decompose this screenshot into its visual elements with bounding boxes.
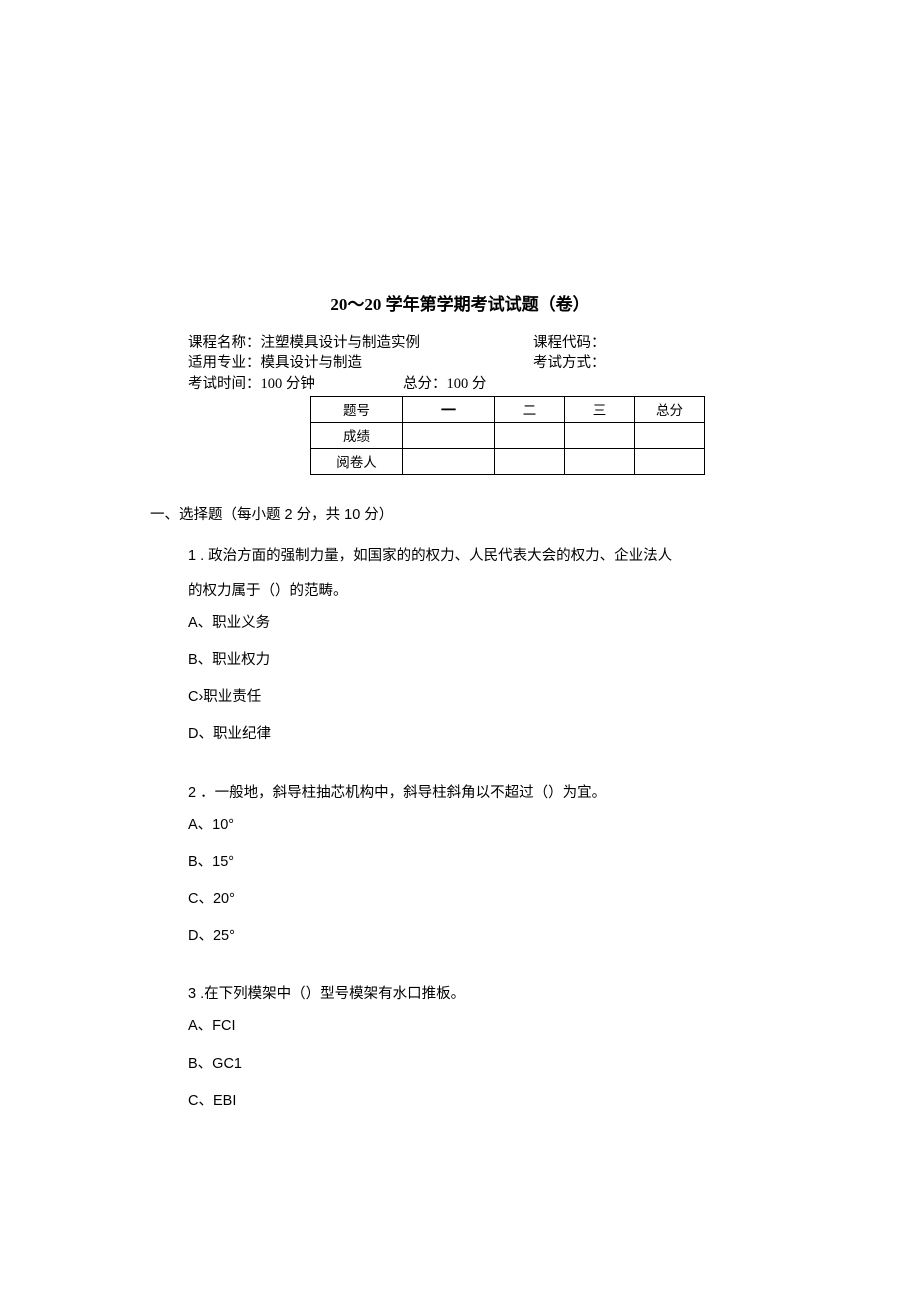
cell-empty xyxy=(495,448,565,474)
page-title: 20～20 学年第学期考试试题（卷） xyxy=(150,290,770,315)
col-one: 一 xyxy=(441,403,456,419)
major-value: 模具设计与制造 xyxy=(261,355,363,371)
time-label: 考试时间： xyxy=(188,376,261,392)
cell-empty xyxy=(403,422,495,448)
question-block: 1 . 政治方面的强制力量，如国家的的权力、人民代表大会的权力、企业法人 的权力… xyxy=(188,542,770,1113)
table-row: 成绩 xyxy=(311,422,705,448)
score-table: 题号 一 二 三 总分 成绩 阅卷人 xyxy=(310,396,705,475)
q2-optB: B、15° xyxy=(188,851,770,874)
cell-empty xyxy=(403,448,495,474)
q2-optA: A、10° xyxy=(188,814,770,837)
q1-optC: C›职业责任 xyxy=(188,686,770,709)
col-two: 二 xyxy=(495,396,565,422)
major-label: 适用专业： xyxy=(188,355,261,371)
row1-label: 题号 xyxy=(311,396,403,422)
cell-empty xyxy=(635,448,705,474)
q1-optB: B、职业权力 xyxy=(188,649,770,672)
course-name-label: 课程名称： xyxy=(188,335,261,351)
q1-line1: 1 . 政治方面的强制力量，如国家的的权力、人民代表大会的权力、企业法人 xyxy=(188,542,770,571)
time-value: 100 分钟 xyxy=(261,376,315,392)
q3-text: 3 .在下列模架中（）型号模架有水口推板。 xyxy=(188,980,770,1009)
q1-line2: 的权力属于（）的范畴。 xyxy=(188,577,770,606)
q3-optA: A、FCI xyxy=(188,1015,770,1038)
course-name: 注塑模具设计与制造实例 xyxy=(261,335,421,351)
q3-optC: C、EBI xyxy=(188,1090,770,1113)
col-three: 三 xyxy=(565,396,635,422)
total-score-value: 100 分 xyxy=(447,376,487,392)
q3-optB: B、GC1 xyxy=(188,1053,770,1076)
cell-empty xyxy=(565,422,635,448)
row3-label: 阅卷人 xyxy=(311,448,403,474)
row2-label: 成绩 xyxy=(311,422,403,448)
total-score-label: 总分： xyxy=(403,376,447,392)
q2-text: 2 ．一般地，斜导柱抽芯机构中，斜导柱斜角以不超过（）为宜。 xyxy=(188,779,770,808)
q1-optD: D、职业纪律 xyxy=(188,723,770,746)
meta-block: 课程名称：注塑模具设计与制造实例 课程代码： 适用专业：模具设计与制造 考试方式… xyxy=(188,333,770,394)
q2-optD: D、25° xyxy=(188,925,770,948)
table-row: 题号 一 二 三 总分 xyxy=(311,396,705,422)
table-row: 阅卷人 xyxy=(311,448,705,474)
cell-empty xyxy=(565,448,635,474)
exam-mode-label: 考试方式： xyxy=(533,355,606,371)
q2-optC: C、20° xyxy=(188,888,770,911)
q1-optA: A、职业义务 xyxy=(188,612,770,635)
section-heading: 一、选择题（每小题 2 分，共 10 分） xyxy=(150,503,770,524)
col-total: 总分 xyxy=(635,396,705,422)
course-code-label: 课程代码： xyxy=(533,335,606,351)
cell-empty xyxy=(495,422,565,448)
cell-empty xyxy=(635,422,705,448)
